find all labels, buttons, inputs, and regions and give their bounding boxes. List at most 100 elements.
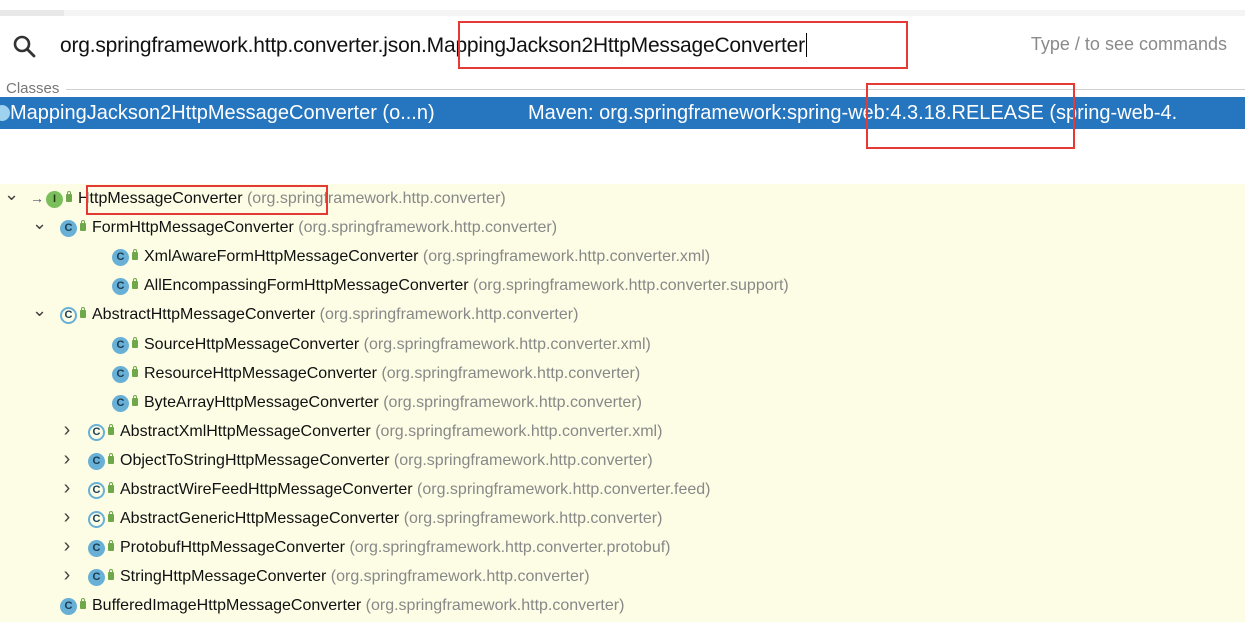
- chevron-down-icon[interactable]: ⌄: [32, 213, 47, 242]
- class-name: ByteArrayHttpMessageConverter: [144, 393, 379, 411]
- tree-row[interactable]: ⌄ C FormHttpMessageConverter (org.springfr…: [0, 213, 1245, 242]
- tree-item-label: StringHttpMessageConverter (org.springfr…: [120, 562, 590, 591]
- result-class-name: MappingJackson2HttpMessageConverter (o..…: [10, 102, 435, 124]
- search-hint: Type / to see commands: [1030, 34, 1227, 54]
- public-access-icon: [132, 336, 138, 348]
- search-icon: [13, 35, 36, 58]
- class-name: AbstractHttpMessageConverter: [92, 306, 316, 324]
- chevron-right-icon[interactable]: ›: [60, 504, 74, 533]
- class-icon: C: [60, 598, 77, 616]
- tree-row[interactable]: › C ObjectToStringHttpMessageConverter (or…: [0, 446, 1245, 475]
- class-name: AbstractXmlHttpMessageConverter: [120, 422, 371, 440]
- public-access-icon: [132, 249, 138, 261]
- package-name: (org.springframework.http.converter.xml): [422, 248, 711, 266]
- class-icon: C: [88, 569, 105, 587]
- public-access-icon: [80, 307, 86, 319]
- tree-item-label: AbstractWireFeedHttpMessageConverter (or…: [120, 475, 710, 504]
- tree-item-label: SourceHttpMessageConverter (org.springfr…: [144, 330, 651, 359]
- tree-row[interactable]: › C AbstractGenericHttpMessageConverter (o…: [0, 504, 1245, 533]
- abstract-class-icon: C: [88, 511, 105, 529]
- public-access-icon: [108, 482, 114, 493]
- tree-row[interactable]: C ByteArrayHttpMessageConverter (org.spri…: [0, 388, 1245, 417]
- chevron-right-icon[interactable]: ›: [60, 533, 74, 562]
- interface-icon: I: [46, 191, 63, 208]
- package-name: (org.springframework.http.converter.xml): [363, 335, 651, 353]
- class-name: BufferedImageHttpMessageConverter: [92, 597, 362, 615]
- public-access-icon: [108, 423, 114, 435]
- tree-row[interactable]: › C StringHttpMessageConverter (org.spring…: [0, 562, 1245, 591]
- tree-row[interactable]: ⌄ → I HttpMessageConverter (org.springframe…: [0, 184, 1245, 213]
- tree-item-label: AbstractXmlHttpMessageConverter (org.spr…: [120, 417, 662, 446]
- class-name: ResourceHttpMessageConverter: [144, 364, 377, 382]
- chevron-right-icon[interactable]: ›: [60, 475, 74, 504]
- package-name: (org.springframework.http.converter): [403, 510, 663, 528]
- tree-row[interactable]: C AllEncompassingFormHttpMessageConverter…: [0, 271, 1245, 300]
- package-name: (org.springframework.http.converter.xml): [375, 422, 663, 440]
- tree-row[interactable]: C BufferedImageHttpMessageConverter (org.…: [0, 591, 1245, 620]
- class-name: StringHttpMessageConverter: [120, 568, 327, 586]
- public-access-icon: [108, 540, 114, 552]
- tree-item-label: AllEncompassingFormHttpMessageConverter …: [144, 271, 789, 300]
- package-name: (org.springframework.http.converter): [393, 451, 653, 469]
- tree-row[interactable]: C XmlAwareFormHttpMessageConverter (org.s…: [0, 242, 1245, 271]
- search-input[interactable]: org.springframework.http.converter.json.…: [60, 32, 807, 60]
- class-icon: C: [112, 394, 129, 412]
- top-tab-strip: [0, 10, 64, 16]
- section-divider: [66, 89, 1245, 90]
- class-name: SourceHttpMessageConverter: [144, 335, 360, 353]
- class-icon: C: [88, 540, 105, 558]
- tree-item-label: ByteArrayHttpMessageConverter (org.sprin…: [144, 388, 642, 417]
- tree-item-label: BufferedImageHttpMessageConverter (org.s…: [92, 591, 624, 620]
- class-icon: C: [112, 365, 129, 383]
- search-bar[interactable]: org.springframework.http.converter.json.…: [0, 22, 1245, 70]
- chevron-right-icon[interactable]: ›: [60, 417, 74, 446]
- tree-item-label: XmlAwareFormHttpMessageConverter (org.sp…: [144, 242, 710, 271]
- public-access-icon: [80, 220, 86, 232]
- tree-item-label: ObjectToStringHttpMessageConverter (org.…: [120, 446, 653, 475]
- tree-row[interactable]: C SourceHttpMessageConverter (org.springf…: [0, 330, 1245, 359]
- package-name: (org.springframework.http.converter.feed…: [417, 481, 711, 498]
- class-name: HttpMessageConverter: [78, 190, 243, 207]
- package-name: (org.springframework.http.converter): [298, 219, 558, 237]
- class-name: AllEncompassingFormHttpMessageConverter: [144, 277, 469, 295]
- tree-item-label: AbstractHttpMessageConverter (org.spring…: [92, 300, 578, 329]
- chevron-down-icon[interactable]: ⌄: [4, 184, 19, 213]
- class-name: AbstractWireFeedHttpMessageConverter: [120, 481, 413, 498]
- tree-row[interactable]: › C AbstractWireFeedHttpMessageConverter (…: [0, 475, 1245, 504]
- chevron-down-icon[interactable]: ⌄: [32, 300, 47, 329]
- section-label-classes: Classes: [6, 80, 60, 97]
- package-name: (org.springframework.http.converter): [246, 190, 506, 207]
- class-icon: [0, 105, 10, 121]
- tree-row[interactable]: › C ProtobufHttpMessageConverter (org.spri…: [0, 533, 1245, 562]
- public-access-icon: [108, 452, 114, 464]
- package-name: (org.springframework.http.converter): [365, 597, 625, 615]
- tree-row[interactable]: › C AbstractXmlHttpMessageConverter (org.s…: [0, 417, 1245, 446]
- class-name: ProtobufHttpMessageConverter: [120, 539, 345, 557]
- class-icon: C: [88, 452, 105, 470]
- class-icon: C: [60, 220, 77, 238]
- top-divider: [64, 10, 1245, 16]
- class-name: ObjectToStringHttpMessageConverter: [120, 451, 390, 469]
- abstract-class-icon: C: [60, 307, 77, 325]
- tree-item-label: HttpMessageConverter (org.springframewor…: [78, 184, 506, 213]
- abstract-class-icon: C: [88, 482, 105, 499]
- tree-row[interactable]: ⌄ C AbstractHttpMessageConverter (org.spri…: [0, 300, 1245, 329]
- public-access-icon: [132, 365, 138, 377]
- search-result-row[interactable]: MappingJackson2HttpMessageConverter (o..…: [0, 97, 1245, 129]
- package-name: (org.springframework.http.converter): [330, 568, 590, 586]
- tree-row[interactable]: C ResourceHttpMessageConverter (org.sprin…: [0, 359, 1245, 388]
- class-icon: C: [112, 278, 129, 296]
- chevron-right-icon[interactable]: ›: [60, 446, 74, 475]
- package-name: (org.springframework.http.converter): [381, 364, 641, 382]
- public-access-icon: [80, 598, 86, 610]
- public-access-icon: [132, 278, 138, 290]
- tree-item-label: ProtobufHttpMessageConverter (org.spring…: [120, 533, 670, 562]
- text-caret: [805, 33, 807, 57]
- type-hierarchy-tree[interactable]: ⌄ → I HttpMessageConverter (org.springframe…: [0, 184, 1245, 622]
- tree-item-label: AbstractGenericHttpMessageConverter (org…: [120, 504, 662, 533]
- public-access-icon: [108, 569, 114, 581]
- tree-item-label: FormHttpMessageConverter (org.springfram…: [92, 213, 557, 242]
- public-access-icon: [132, 394, 138, 406]
- tree-item-label: ResourceHttpMessageConverter (org.spring…: [144, 359, 640, 388]
- chevron-right-icon[interactable]: ›: [60, 562, 74, 591]
